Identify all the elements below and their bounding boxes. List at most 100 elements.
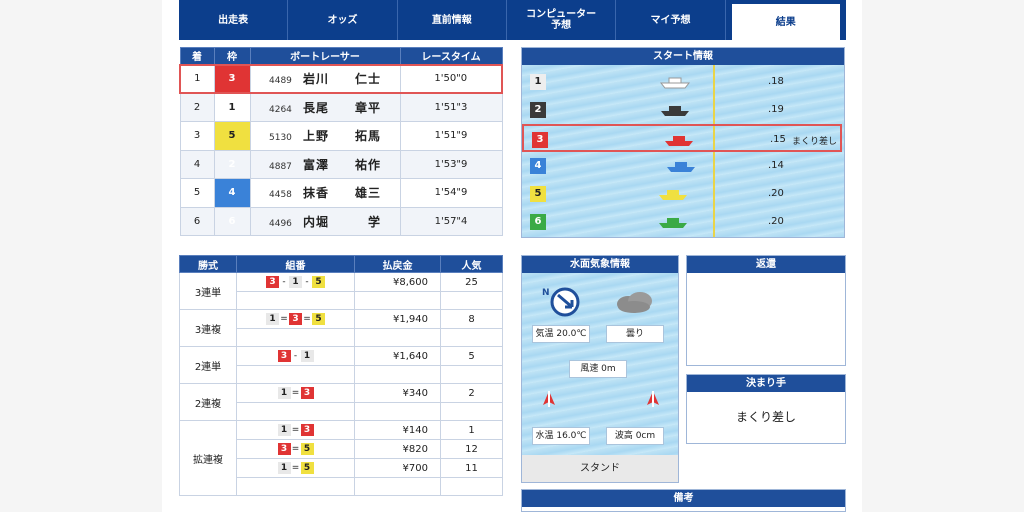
start-timing: .18 (768, 76, 784, 87)
frame-cell: 6 (213, 206, 251, 236)
boat-icon (659, 190, 687, 200)
start-timing: .20 (768, 188, 784, 199)
racer-cell: 4489 岩川 仁士 (249, 63, 401, 94)
start-info-panel: スタート情報 1 .18 2 .19 3 .15 まくり差し 4 .14 5 .… (521, 47, 845, 238)
race-time-cell: 1'50"0 (399, 63, 503, 94)
popularity-cell: 1 (440, 420, 503, 440)
popularity-cell: 11 (440, 458, 503, 478)
popularity-cell: 5 (440, 346, 503, 366)
combination-cell: 3-1 (236, 346, 355, 366)
racer-cell: 4264 長尾 章平 (249, 92, 401, 122)
payout-amount: ¥340 (354, 383, 441, 403)
racer-name[interactable]: 抹香 雄三 (303, 184, 381, 201)
water-temp-box: 水温 16.0℃ (532, 427, 590, 445)
rank-cell: 1 (179, 63, 215, 94)
racer-cell: 4458 抹香 雄三 (249, 178, 401, 208)
payout-amount: ¥700 (354, 458, 441, 478)
table-row: 2連複 1 = 3 ¥340 2 (179, 383, 503, 421)
race-time-cell: 1'51"9 (399, 121, 503, 151)
racer-cell: 5130 上野 拓馬 (249, 121, 401, 151)
rank-cell: 5 (179, 178, 215, 208)
tab-odds[interactable]: オッズ (288, 0, 398, 40)
racer-reg-no: 4264 (269, 105, 292, 115)
payout-amount: ¥820 (354, 439, 441, 459)
wind-north-label: N (542, 288, 550, 298)
wind-direction-icon (550, 287, 580, 317)
tab-result[interactable]: 結果 (731, 4, 840, 40)
header-payout: 払戻金 (354, 255, 441, 273)
combo-chip: 1 (300, 350, 314, 362)
bet-type-cell: 3連単 (179, 272, 237, 310)
race-time-cell: 1'54"9 (399, 178, 503, 208)
table-row: 5 4 4458 抹香 雄三 1'54"9 (179, 178, 503, 208)
boat-icon (659, 218, 687, 228)
start-timing: .14 (768, 160, 784, 171)
combo-separator: - (282, 277, 286, 287)
boat-icon (659, 77, 691, 89)
combo-chip: 1 (277, 387, 291, 399)
remarks-panel: 備考 (521, 489, 846, 512)
kimarite-value: まくり差し (735, 410, 796, 424)
kimarite-panel: 決まり手 まくり差し (686, 374, 846, 444)
wind-speed-box: 風速 0m (569, 360, 627, 378)
racer-name[interactable]: 内堀 学 (303, 213, 381, 230)
refund-panel: 返還 (686, 255, 846, 366)
refund-title: 返還 (687, 256, 845, 273)
racer-name[interactable]: 上野 拓馬 (303, 127, 381, 144)
bet-type-cell: 2連単 (179, 346, 237, 384)
tab-pre-race-info[interactable]: 直前情報 (398, 0, 507, 40)
combination-cell: 3 = 5 (236, 439, 355, 459)
header-popularity: 人気 (440, 255, 503, 273)
tab-my-prediction[interactable]: マイ予想 (616, 0, 726, 40)
rank-cell: 2 (179, 92, 215, 122)
combo-chip: 1 (277, 424, 291, 436)
combo-chip: 3 (289, 313, 302, 325)
combination-cell: 1 = 3 = 5 (236, 309, 355, 329)
table-row: 2連単 3-1 ¥1,640 5 (179, 346, 503, 384)
combo-chip: 1 (289, 276, 302, 288)
bet-type-cell: 2連複 (179, 383, 237, 421)
start-row-winner: 3 .15 まくり差し (522, 124, 842, 152)
combo-chip: 5 (300, 462, 314, 474)
payout-table: 勝式 組番 払戻金 人気 3連単 3-1-5 ¥8,600 25 3連複 1 = 3… (179, 255, 503, 496)
start-kimarite: まくり差し (792, 137, 838, 147)
payout-amount: ¥8,600 (354, 272, 441, 292)
frame-cell: 5 (213, 121, 251, 151)
racer-name[interactable]: 岩川 仁士 (303, 70, 381, 87)
combo-separator: = (291, 444, 300, 454)
popularity-cell: 12 (440, 439, 503, 459)
frame-cell: 2 (213, 149, 251, 179)
race-nav-tabs: 出走表 オッズ 直前情報 コンピューター 予想 マイ予想 結果 (179, 0, 846, 40)
racer-name[interactable]: 長尾 章平 (303, 99, 381, 116)
header-racer: ボートレーサー (249, 47, 401, 65)
rank-cell: 4 (179, 149, 215, 179)
combo-chip: 3 (266, 276, 279, 288)
combo-chip: 5 (300, 443, 314, 455)
start-row: 2 .19 (522, 96, 844, 124)
race-time-cell: 1'57"4 (399, 206, 503, 236)
frame-cell: 3 (213, 63, 251, 94)
race-result-table: 着 枠 ボートレーサー レースタイム 1 3 4489 岩川 仁士 1'50"0 … (179, 47, 503, 236)
weather-water: N 気温 20.0℃ 曇り 風速 0m 水温 16.0℃ 波高 0cm (522, 273, 678, 455)
weather-panel: 水面気象情報 N 気温 20.0℃ 曇り 風速 0m 水温 16.0℃ 波高 0… (521, 255, 679, 483)
start-row: 5 .20 (522, 180, 844, 208)
wave-height-box: 波高 0cm (606, 427, 664, 445)
combination-cell: 3-1-5 (236, 272, 355, 292)
popularity-cell: 2 (440, 383, 503, 403)
combination-cell: 1 = 5 (236, 458, 355, 478)
boat-icon (661, 106, 689, 116)
racer-name[interactable]: 富澤 祐作 (303, 156, 381, 173)
payout-amount: ¥1,640 (354, 346, 441, 366)
start-timing: .20 (768, 216, 784, 227)
combo-separator: - (305, 277, 309, 287)
rank-cell: 3 (179, 121, 215, 151)
frame-cell: 1 (213, 92, 251, 122)
start-row: 6 .20 (522, 208, 844, 236)
race-time-cell: 1'53"9 (399, 149, 503, 179)
tab-entry-list[interactable]: 出走表 (179, 0, 289, 40)
lane-number: 6 (530, 214, 546, 230)
combo-chip: 1 (277, 462, 291, 474)
tab-computer-prediction[interactable]: コンピューター 予想 (507, 0, 617, 40)
combo-separator: = (291, 425, 300, 435)
racer-reg-no: 4496 (269, 218, 292, 229)
